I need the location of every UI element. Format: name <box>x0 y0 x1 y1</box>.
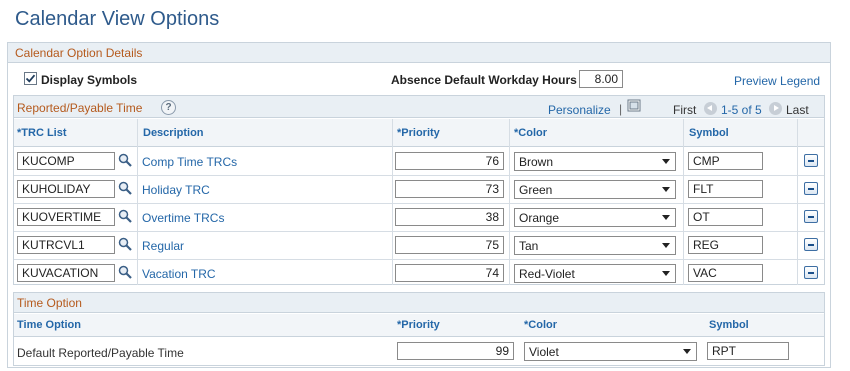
col-time-option: Time Option <box>17 319 81 331</box>
trc-input[interactable]: KUOVERTIME <box>17 208 115 226</box>
trc-input[interactable]: KUVACATION <box>17 264 115 282</box>
color-select-value: Orange <box>519 211 560 225</box>
col-symbol[interactable]: Symbol <box>689 127 729 139</box>
color-select[interactable]: Tan <box>514 236 676 255</box>
symbol-input[interactable]: FLT <box>688 180 763 198</box>
previous-arrow-icon[interactable] <box>704 102 717 115</box>
display-symbols-row <box>24 72 37 87</box>
help-icon[interactable]: ? <box>161 100 176 115</box>
time-option-grid-header: Time Option <box>14 293 824 313</box>
delete-row-button[interactable] <box>804 238 818 251</box>
symbol-input[interactable]: VAC <box>688 264 763 282</box>
time-priority-input[interactable]: 99 <box>397 342 514 360</box>
time-color-select-value: Violet <box>529 345 559 359</box>
magnifier-icon[interactable] <box>118 153 132 167</box>
time-option-grid-title: Time Option <box>17 296 82 310</box>
col-time-priority: *Priority <box>397 319 440 331</box>
color-select-value: Green <box>519 183 553 197</box>
page-title: Calendar View Options <box>15 8 220 30</box>
chevron-down-icon <box>662 159 670 164</box>
absence-hours-label: Absence Default Workday Hours <box>391 73 577 87</box>
chevron-down-icon <box>662 243 670 248</box>
time-option-grid: Time Option Time Option *Priority *Color… <box>13 292 825 366</box>
magnifier-icon[interactable] <box>118 237 132 251</box>
reported-grid-header: Reported/Payable Time ? Personalize | Fi… <box>14 96 824 118</box>
priority-input[interactable]: 38 <box>395 208 504 226</box>
symbol-input[interactable]: CMP <box>688 152 763 170</box>
priority-input[interactable]: 76 <box>395 152 504 170</box>
description-link[interactable]: Vacation TRC <box>142 267 216 281</box>
personalize-link[interactable]: Personalize <box>548 103 611 117</box>
priority-input[interactable]: 73 <box>395 180 504 198</box>
preview-legend-link[interactable]: Preview Legend <box>734 74 820 88</box>
chevron-down-icon <box>662 187 670 192</box>
symbol-input[interactable]: REG <box>688 236 763 254</box>
color-select-value: Tan <box>519 239 539 253</box>
color-select[interactable]: Brown <box>514 152 676 171</box>
reported-payable-grid: Reported/Payable Time ? Personalize | Fi… <box>13 95 825 285</box>
personalize-icon[interactable] <box>627 99 641 112</box>
magnifier-icon[interactable] <box>118 209 132 223</box>
description-link[interactable]: Holiday TRC <box>142 183 210 197</box>
header-separator: | <box>619 102 623 116</box>
col-priority[interactable]: *Priority <box>397 127 440 139</box>
delete-row-button[interactable] <box>804 182 818 195</box>
col-trc-list[interactable]: *TRC List <box>17 127 67 139</box>
chevron-down-icon <box>662 271 670 276</box>
col-description[interactable]: Description <box>143 127 204 139</box>
nav-first[interactable]: First <box>673 103 696 117</box>
absence-hours-input[interactable]: 8.00 <box>579 70 623 88</box>
display-symbols-label: Display Symbols <box>41 73 138 87</box>
reported-grid-title: Reported/Payable Time <box>17 101 143 115</box>
description-link[interactable]: Regular <box>142 239 184 253</box>
nav-range: 1-5 of 5 <box>721 103 762 117</box>
trc-input[interactable]: KUTRCVL1 <box>17 236 115 254</box>
delete-row-button[interactable] <box>804 154 818 167</box>
calendar-option-details-header: Calendar Option Details <box>8 43 830 63</box>
col-time-color: *Color <box>524 319 557 331</box>
time-option-label: Default Reported/Payable Time <box>17 346 184 360</box>
reported-column-headers: *TRC List Description *Priority *Color S… <box>14 119 824 147</box>
col-time-symbol: Symbol <box>709 319 749 331</box>
delete-row-button[interactable] <box>804 266 818 279</box>
magnifier-icon[interactable] <box>118 181 132 195</box>
nav-last[interactable]: Last <box>786 103 809 117</box>
time-option-column-headers: Time Option *Priority *Color Symbol <box>14 314 824 337</box>
magnifier-icon[interactable] <box>118 265 132 279</box>
priority-input[interactable]: 75 <box>395 236 504 254</box>
time-color-select[interactable]: Violet <box>524 342 697 361</box>
time-symbol-input[interactable]: RPT <box>707 342 789 360</box>
display-symbols-checkbox[interactable] <box>24 72 37 85</box>
description-link[interactable]: Comp Time TRCs <box>142 155 237 169</box>
color-select-value: Brown <box>519 155 554 169</box>
symbol-input[interactable]: OT <box>688 208 763 226</box>
trc-input[interactable]: KUHOLIDAY <box>17 180 115 198</box>
chevron-down-icon <box>683 349 691 354</box>
next-arrow-icon[interactable] <box>769 102 782 115</box>
checkmark-icon <box>25 74 36 83</box>
col-color[interactable]: *Color <box>514 127 547 139</box>
color-select[interactable]: Orange <box>514 208 676 227</box>
delete-row-button[interactable] <box>804 210 818 223</box>
color-select[interactable]: Green <box>514 180 676 199</box>
chevron-down-icon <box>662 215 670 220</box>
priority-input[interactable]: 74 <box>395 264 504 282</box>
color-select[interactable]: Red-Violet <box>514 264 676 283</box>
description-link[interactable]: Overtime TRCs <box>142 211 224 225</box>
color-select-value: Red-Violet <box>519 267 575 281</box>
trc-input[interactable]: KUCOMP <box>17 152 115 170</box>
calendar-option-details-panel: Calendar Option Details Display Symbols … <box>7 42 831 368</box>
